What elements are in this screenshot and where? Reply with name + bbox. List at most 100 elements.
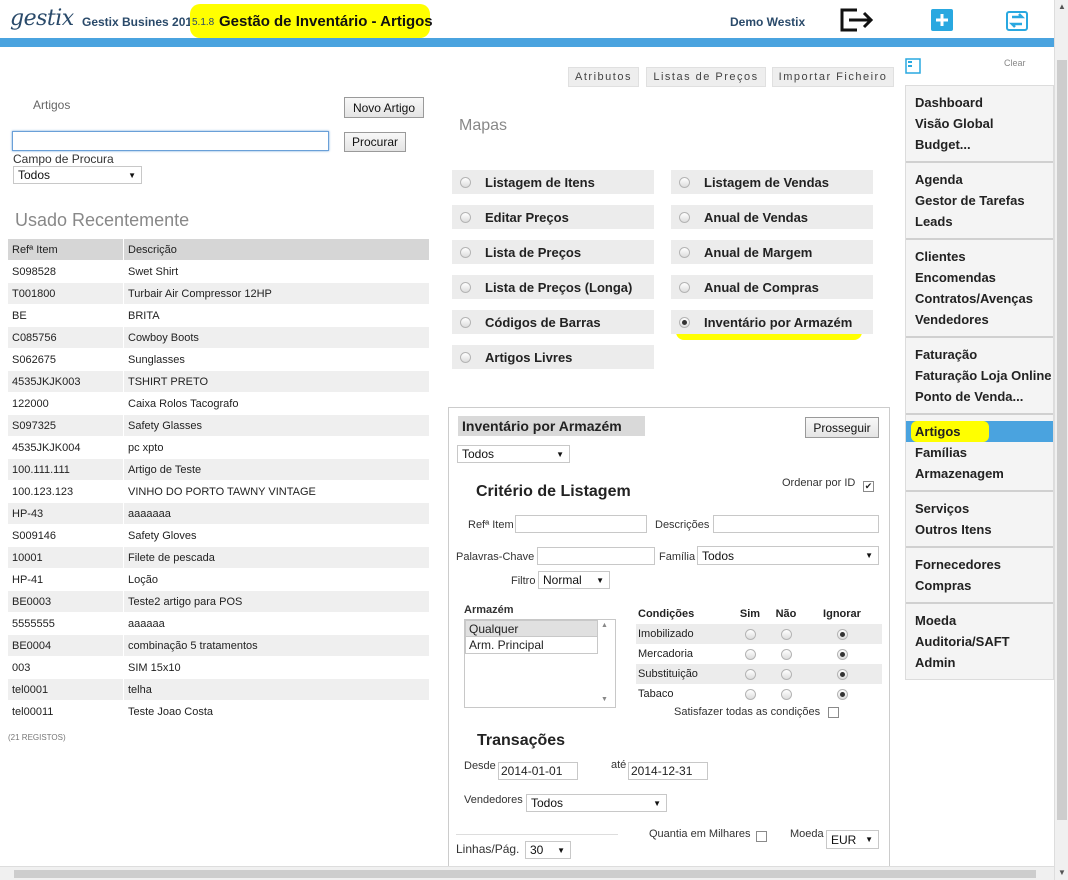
item-description[interactable]: TSHIRT PRETO — [123, 371, 429, 392]
sidebar-item[interactable]: Admin — [915, 652, 1053, 673]
radio-button[interactable] — [460, 316, 471, 328]
sidebar-item[interactable]: Armazenagem — [915, 463, 1053, 484]
desc-input[interactable] — [713, 515, 879, 533]
table-row[interactable]: T001800 Turbair Air Compressor 12HP — [8, 283, 429, 305]
item-description[interactable]: Filete de pescada — [123, 547, 429, 568]
radio-button[interactable] — [836, 628, 848, 640]
table-row[interactable]: BE BRITA — [8, 305, 429, 327]
item-ref[interactable]: BE0003 — [8, 596, 123, 608]
item-ref[interactable]: C085756 — [8, 332, 123, 344]
item-ref[interactable]: BE — [8, 310, 123, 322]
radio-button[interactable] — [780, 648, 792, 660]
map-option[interactable]: Anual de Compras — [671, 275, 873, 299]
keywords-input[interactable] — [537, 547, 655, 565]
item-ref[interactable]: 10001 — [8, 552, 123, 564]
item-description[interactable]: BRITA — [123, 305, 429, 326]
report-scope-select[interactable]: Todos ▼ — [457, 445, 570, 463]
item-description[interactable]: Teste2 artigo para POS — [123, 591, 429, 612]
item-description[interactable]: Teste Joao Costa — [123, 701, 429, 722]
radio-button[interactable] — [679, 211, 690, 223]
item-ref[interactable]: 5555555 — [8, 618, 123, 630]
sidebar-toggle-icon[interactable] — [905, 58, 921, 77]
map-option[interactable]: Códigos de Barras — [452, 310, 654, 334]
sidebar-item[interactable]: Compras — [915, 575, 1053, 596]
radio-button[interactable] — [780, 688, 792, 700]
item-ref[interactable]: 122000 — [8, 398, 123, 410]
item-description[interactable]: Sunglasses — [123, 349, 429, 370]
item-ref[interactable]: S098528 — [8, 266, 123, 278]
item-description[interactable]: Loção — [123, 569, 429, 590]
scrollbar-thumb[interactable] — [14, 870, 1036, 878]
item-ref[interactable]: BE0004 — [8, 640, 123, 652]
sidebar-item[interactable]: Dashboard — [915, 92, 1053, 113]
sidebar-item[interactable]: Faturação — [915, 344, 1053, 365]
radio-button[interactable] — [460, 351, 471, 363]
ref-input[interactable] — [515, 515, 647, 533]
to-date-input[interactable]: 2014-12-31 — [628, 762, 708, 780]
radio-button[interactable] — [744, 688, 756, 700]
item-description[interactable]: combinação 5 tratamentos — [123, 635, 429, 656]
item-description[interactable]: pc xpto — [123, 437, 429, 458]
item-ref[interactable]: 4535JKJK003 — [8, 376, 123, 388]
sidebar-item[interactable]: Ponto de Venda... — [915, 386, 1053, 407]
sidebar-item[interactable]: Leads — [915, 211, 1053, 232]
table-row[interactable]: 100.111.111 Artigo de Teste — [8, 459, 429, 481]
thousands-checkbox[interactable] — [756, 831, 767, 842]
item-ref[interactable]: T001800 — [8, 288, 123, 300]
table-row[interactable]: S097325 Safety Glasses — [8, 415, 429, 437]
logout-icon[interactable] — [838, 6, 876, 34]
tab-importar-ficheiro[interactable]: Importar Ficheiro — [772, 67, 894, 87]
radio-button[interactable] — [460, 211, 471, 223]
scroll-up-icon[interactable]: ▲ — [601, 622, 608, 629]
sellers-select[interactable]: Todos ▼ — [526, 794, 667, 812]
table-row[interactable]: 100.123.123 VINHO DO PORTO TAWNY VINTAGE — [8, 481, 429, 503]
map-option[interactable]: Artigos Livres — [452, 345, 654, 369]
sidebar-item[interactable]: Visão Global — [915, 113, 1053, 134]
column-header[interactable]: Descrição — [123, 239, 429, 260]
map-option[interactable]: Listagem de Vendas — [671, 170, 873, 194]
sidebar-item[interactable]: Famílias — [915, 442, 1053, 463]
sidebar-item[interactable]: Faturação Loja Online — [915, 365, 1053, 386]
sidebar-item[interactable]: Encomendas — [915, 267, 1053, 288]
radio-button[interactable] — [836, 688, 848, 700]
radio-button[interactable] — [460, 281, 471, 293]
radio-button[interactable] — [780, 668, 792, 680]
item-ref[interactable]: HP-43 — [8, 508, 123, 520]
new-item-button[interactable]: Novo Artigo — [344, 97, 424, 118]
table-row[interactable]: 122000 Caixa Rolos Tacografo — [8, 393, 429, 415]
radio-button[interactable] — [460, 176, 471, 188]
sidebar-item[interactable]: Artigos — [906, 421, 1053, 442]
sidebar-item[interactable]: Gestor de Tarefas — [915, 190, 1053, 211]
table-row[interactable]: C085756 Cowboy Boots — [8, 327, 429, 349]
radio-button[interactable] — [780, 628, 792, 640]
search-field-select[interactable]: Todos ▼ — [13, 166, 142, 184]
table-row[interactable]: HP-41 Loção — [8, 569, 429, 591]
item-ref[interactable]: S009146 — [8, 530, 123, 542]
scroll-down-icon[interactable]: ▼ — [1055, 866, 1068, 880]
item-ref[interactable]: 003 — [8, 662, 123, 674]
table-row[interactable]: BE0004 combinação 5 tratamentos — [8, 635, 429, 657]
scroll-up-icon[interactable]: ▲ — [1055, 0, 1068, 14]
radio-button[interactable] — [679, 176, 690, 188]
filter-select[interactable]: Normal ▼ — [538, 571, 610, 589]
tab-listas-precos[interactable]: Listas de Preços — [646, 67, 766, 87]
item-description[interactable]: aaaaaaa — [123, 503, 429, 524]
currency-select[interactable]: EUR ▼ — [826, 830, 879, 849]
family-select[interactable]: Todos ▼ — [697, 546, 879, 565]
item-ref[interactable]: tel0001 — [8, 684, 123, 696]
tab-atributos[interactable]: Atributos — [568, 67, 639, 87]
rows-per-page-select[interactable]: 30 ▼ — [525, 841, 571, 859]
sidebar-item[interactable]: Outros Itens — [915, 519, 1053, 540]
map-option[interactable]: Lista de Preços — [452, 240, 654, 264]
item-description[interactable]: Safety Gloves — [123, 525, 429, 546]
map-option[interactable]: Anual de Vendas — [671, 205, 873, 229]
item-description[interactable]: telha — [123, 679, 429, 700]
item-ref[interactable]: 100.111.111 — [8, 464, 123, 476]
item-description[interactable]: Caixa Rolos Tacografo — [123, 393, 429, 414]
radio-button[interactable] — [836, 648, 848, 660]
warehouse-listbox[interactable]: Qualquer Arm. Principal ▲ ▼ — [464, 619, 616, 708]
radio-button[interactable] — [460, 246, 471, 258]
proceed-button[interactable]: Prosseguir — [805, 417, 879, 438]
sidebar-item[interactable]: Agenda — [915, 169, 1053, 190]
radio-button[interactable] — [679, 246, 690, 258]
